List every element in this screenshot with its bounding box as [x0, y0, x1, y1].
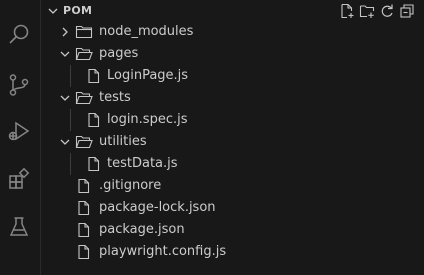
- indent-guide: [70, 109, 71, 131]
- tree-item-node-modules[interactable]: node_modules: [41, 21, 424, 43]
- tree-item-label: pages: [99, 46, 139, 61]
- chevron-down-icon[interactable]: [57, 46, 73, 62]
- collapse-all-icon[interactable]: [398, 2, 416, 20]
- file-icon: [85, 112, 103, 128]
- new-file-icon[interactable]: [338, 2, 356, 20]
- file-icon: [75, 222, 93, 238]
- tree-item-label: playwright.config.js: [99, 244, 227, 259]
- tree-item-label: package-lock.json: [99, 200, 216, 215]
- tree-item-login-page[interactable]: LoginPage.js: [41, 65, 424, 87]
- tree-item-label: utilities: [99, 134, 147, 149]
- search-icon[interactable]: [6, 22, 32, 48]
- chevron-down-icon[interactable]: [45, 3, 61, 19]
- tree-item-label: node_modules: [99, 24, 194, 39]
- indent-guide: [70, 153, 71, 175]
- tree-item-label: package.json: [99, 222, 185, 237]
- explorer-sidebar: POM node_modules pages LoginPage.js test…: [41, 0, 424, 275]
- tree-item-playwright-config[interactable]: playwright.config.js: [41, 241, 424, 263]
- tree-item-package-lock[interactable]: package-lock.json: [41, 197, 424, 219]
- tree-item-label: login.spec.js: [107, 112, 188, 127]
- folder-open-icon: [75, 46, 93, 62]
- tree-item-label: LoginPage.js: [107, 68, 189, 83]
- vscode-window: POM node_modules pages LoginPage.js test…: [0, 0, 424, 275]
- folder-open-icon: [75, 90, 93, 106]
- folder-icon: [75, 24, 93, 40]
- activity-bar: [0, 0, 41, 275]
- file-icon: [75, 200, 93, 216]
- chevron-down-icon[interactable]: [57, 134, 73, 150]
- explorer-title: POM: [63, 4, 93, 17]
- chevron-right-icon[interactable]: [57, 24, 73, 40]
- chevron-down-icon[interactable]: [57, 90, 73, 106]
- run-debug-icon[interactable]: [6, 118, 32, 144]
- file-icon: [85, 68, 103, 84]
- file-icon: [85, 156, 103, 172]
- source-control-icon[interactable]: [6, 72, 32, 98]
- tree-item-tests[interactable]: tests: [41, 87, 424, 109]
- tree-item-label: testData.js: [107, 156, 178, 171]
- tree-item-utilities[interactable]: utilities: [41, 131, 424, 153]
- file-icon: [75, 244, 93, 260]
- tree-item-test-data[interactable]: testData.js: [41, 153, 424, 175]
- extensions-icon[interactable]: [6, 166, 32, 192]
- file-icon: [75, 178, 93, 194]
- explorer-actions: [338, 2, 416, 20]
- refresh-icon[interactable]: [378, 2, 396, 20]
- folder-open-icon: [75, 134, 93, 150]
- explorer-section-header[interactable]: POM: [41, 0, 424, 22]
- testing-icon[interactable]: [6, 214, 32, 240]
- tree-item-label: .gitignore: [99, 178, 162, 193]
- tree-item-package-json[interactable]: package.json: [41, 219, 424, 241]
- file-tree: node_modules pages LoginPage.js tests lo…: [41, 21, 424, 263]
- new-folder-icon[interactable]: [358, 2, 376, 20]
- tree-item-label: tests: [99, 90, 131, 105]
- tree-item-pages[interactable]: pages: [41, 43, 424, 65]
- tree-item-gitignore[interactable]: .gitignore: [41, 175, 424, 197]
- tree-item-login-spec[interactable]: login.spec.js: [41, 109, 424, 131]
- indent-guide: [70, 65, 71, 87]
